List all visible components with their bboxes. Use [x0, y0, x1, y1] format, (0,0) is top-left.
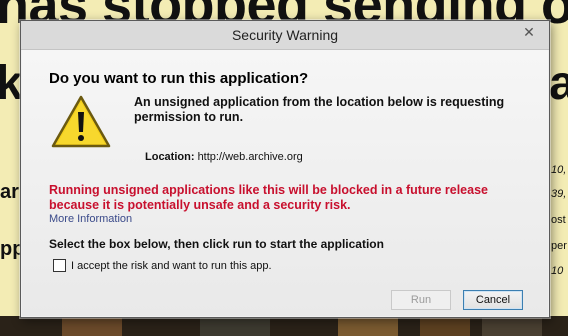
background-text-fragment: 39, [551, 188, 567, 200]
accept-risk-row[interactable]: I accept the risk and want to run this a… [53, 259, 272, 272]
run-button[interactable]: Run [391, 290, 451, 310]
background-text-fragment: per [551, 240, 567, 252]
dialog-question: Do you want to run this application? [49, 70, 309, 87]
location-line: Location: http://web.archive.org [145, 151, 303, 163]
instruction-text: Select the box below, then click run to … [49, 237, 384, 251]
security-warning-dialog: Security Warning ✕ Do you want to run th… [20, 20, 550, 318]
dialog-title: Security Warning [231, 27, 339, 43]
background-thumbnail [200, 318, 270, 336]
background-thumbnail [62, 318, 122, 336]
close-button[interactable]: ✕ [516, 23, 542, 42]
accept-risk-label[interactable]: I accept the risk and want to run this a… [71, 260, 272, 272]
accept-risk-checkbox[interactable] [53, 259, 66, 272]
background-headline-fragment-right: a [549, 57, 568, 110]
background-thumbnail [482, 318, 542, 336]
more-information-link[interactable]: More Information [49, 213, 132, 225]
dialog-content: Do you want to run this application? An … [22, 50, 548, 316]
background-text-fragment: ar [0, 181, 19, 203]
close-icon: ✕ [523, 24, 535, 40]
background-text-fragment: 10, [551, 164, 567, 176]
background-thumbnail [338, 318, 398, 336]
location-label: Location: [145, 151, 195, 163]
location-value: http://web.archive.org [197, 151, 303, 163]
dialog-titlebar[interactable]: Security Warning ✕ [21, 21, 549, 50]
background-text-fragment: 10 [551, 265, 564, 277]
dialog-description: An unsigned application from the locatio… [134, 95, 505, 124]
cancel-button[interactable]: Cancel [463, 290, 523, 310]
unsigned-warning-text: Running unsigned applications like this … [49, 183, 488, 212]
warning-triangle-icon [51, 95, 111, 148]
background-text-fragment: ost [551, 214, 566, 226]
background-thumbnail [420, 318, 470, 336]
